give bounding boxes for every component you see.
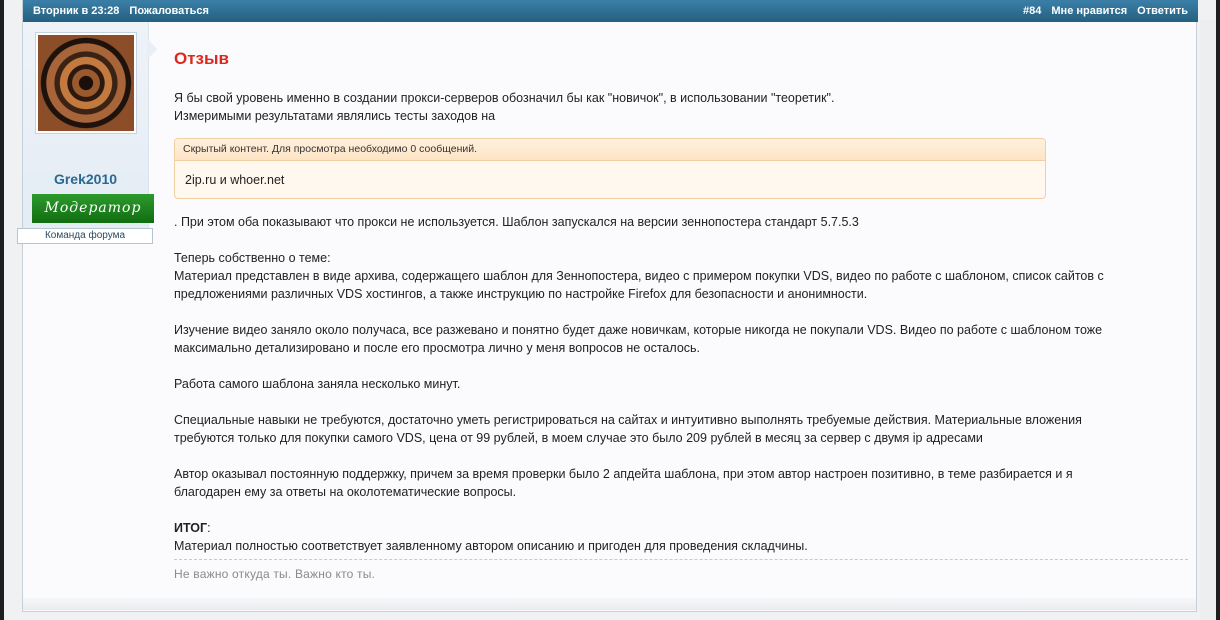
p4-line-1: Специальные навыки не требуются, достато… [174, 413, 1082, 427]
hidden-content-box: Скрытый контент. Для просмотра необходим… [174, 138, 1046, 199]
team-badge: Команда форума [17, 228, 153, 244]
user-panel-arrow [147, 38, 157, 60]
forum-post: Вторник в 23:28 Пожаловаться #84 Мне нрави… [17, 0, 1198, 612]
avatar[interactable] [35, 32, 137, 134]
avatar-image [38, 35, 134, 131]
moderator-badge: Модератор [32, 194, 154, 223]
post-date[interactable]: Вторник в 23:28 [33, 5, 119, 17]
post-footer-strip [23, 598, 1196, 610]
user-panel: Grek2010 Модератор Команда форума [17, 22, 154, 244]
post-number-link[interactable]: #84 [1023, 5, 1041, 17]
p2-line-2: максимально детализировано и после его п… [174, 341, 701, 355]
summary-label: ИТОГ [174, 521, 208, 535]
intro-line-2: Измеримыми результатами являлись тесты з… [174, 109, 496, 123]
post-topbar: Вторник в 23:28 Пожаловаться #84 Мне нрави… [23, 0, 1198, 22]
reply-link[interactable]: Ответить [1137, 5, 1188, 17]
hidden-content-header: Скрытый контент. Для просмотра необходим… [175, 139, 1045, 161]
username[interactable]: Grek2010 [23, 171, 148, 187]
p3-text: Работа самого шаблона заняла несколько м… [174, 377, 461, 391]
report-link[interactable]: Пожаловаться [129, 5, 209, 17]
intro-line-1: Я бы свой уровень именно в создании прок… [174, 91, 835, 105]
summary-text: Материал полностью соответствует заявлен… [174, 539, 808, 553]
p2-line-1: Изучение видео заняло около получаса, вс… [174, 323, 1103, 337]
hidden-content-text: 2ip.ru и whoer.net [185, 173, 285, 187]
summary-heading: ИТОГ: [174, 519, 1184, 538]
like-link[interactable]: Мне нравится [1051, 5, 1127, 17]
p4-line-2: требуются только для покупки самого VDS,… [174, 431, 983, 445]
summary-colon: : [207, 521, 211, 535]
right-rail [1200, 20, 1216, 620]
post-title: Отзыв [174, 49, 229, 68]
p1-line-3: предложениями различных VDS хостингов, а… [174, 287, 868, 301]
after-hidden-text: . При этом оба показывают что прокси не … [174, 215, 859, 229]
window-edge-left [0, 0, 4, 620]
p1-line-2: Материал представлен в виде архива, соде… [174, 269, 1104, 283]
signature: Не важно откуда ты. Важно кто ты. [174, 567, 376, 581]
window-edge-right [1216, 0, 1220, 620]
p1-line-1: Теперь собственно о теме: [174, 251, 331, 265]
signature-divider [174, 559, 1188, 560]
p5-line-2: благодарен ему за ответы на околотематич… [174, 485, 517, 499]
p5-line-1: Автор оказывал постоянную поддержку, при… [174, 467, 1073, 481]
